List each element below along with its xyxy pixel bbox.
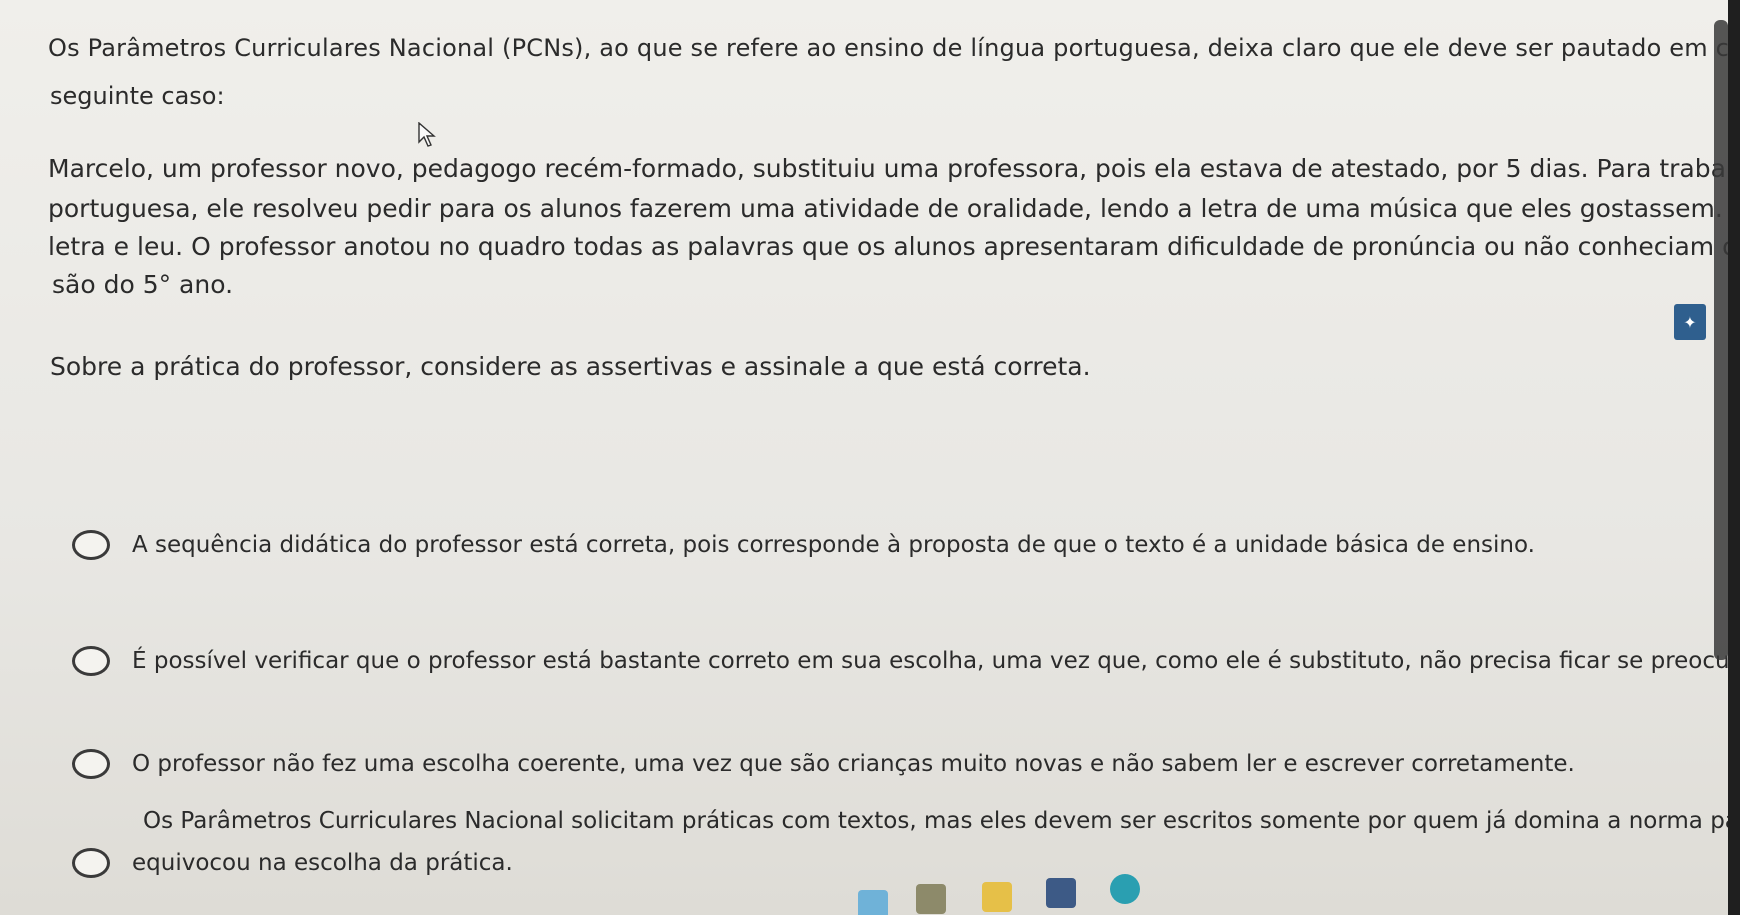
option-a[interactable]: A sequência didática do professor está c… [72, 530, 1535, 560]
radio-button[interactable] [72, 530, 110, 560]
taskbar [820, 860, 1180, 915]
question-text: Sobre a prática do professor, considere … [50, 352, 1091, 381]
radio-button[interactable] [72, 646, 110, 676]
option-b[interactable]: É possível verificar que o professor est… [72, 646, 1740, 676]
case-line-1: Marcelo, um professor novo, pedagogo rec… [48, 154, 1740, 183]
screen: Os Parâmetros Curriculares Nacional (PCN… [0, 0, 1740, 915]
option-label: O professor não fez uma escolha coerente… [132, 751, 1575, 777]
scrollbar[interactable] [1714, 20, 1728, 660]
intro-line-2: seguinte caso: [50, 82, 225, 110]
word-icon[interactable] [1046, 878, 1076, 908]
intro-line-1: Os Parâmetros Curriculares Nacional (PCN… [48, 34, 1740, 62]
floating-helper-widget[interactable]: ✦ [1674, 304, 1706, 340]
taskbar-app-icon[interactable] [858, 890, 888, 915]
option-d[interactable]: equivocou na escolha da prática. [72, 848, 513, 878]
screen-bezel [1728, 0, 1740, 915]
cursor-arrow-icon [418, 122, 436, 147]
case-line-2: portuguesa, ele resolveu pedir para os a… [48, 194, 1740, 223]
option-d-label-line-1: Os Parâmetros Curriculares Nacional soli… [143, 808, 1740, 834]
option-label: É possível verificar que o professor est… [132, 648, 1740, 674]
taskbar-app-icon[interactable] [916, 884, 946, 914]
radio-button[interactable] [72, 848, 110, 878]
case-line-4: são do 5° ano. [52, 270, 234, 299]
option-label: equivocou na escolha da prática. [132, 850, 513, 876]
edge-browser-icon[interactable] [1110, 874, 1140, 904]
option-c[interactable]: O professor não fez uma escolha coerente… [72, 749, 1575, 779]
case-line-3: letra e leu. O professor anotou no quadr… [48, 232, 1740, 261]
option-label: A sequência didática do professor está c… [132, 532, 1535, 558]
radio-button[interactable] [72, 749, 110, 779]
folder-icon[interactable] [982, 882, 1012, 912]
